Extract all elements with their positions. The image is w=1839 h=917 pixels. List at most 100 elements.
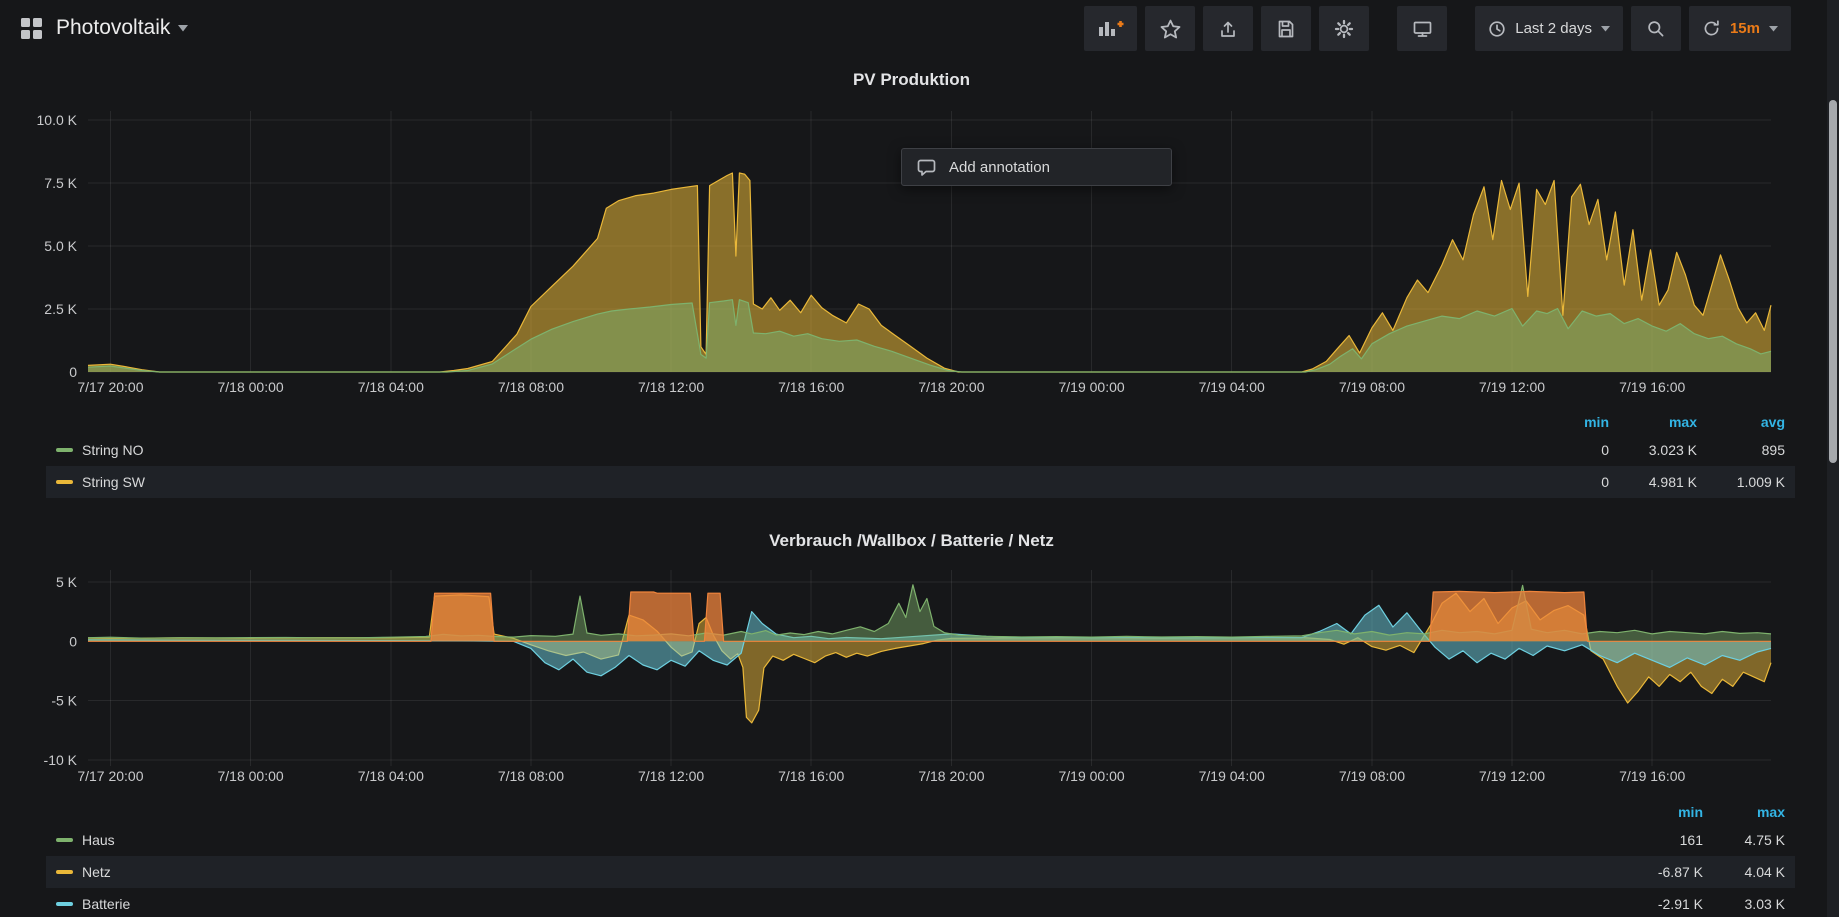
add-annotation-menu-item[interactable]: Add annotation bbox=[901, 148, 1172, 186]
refresh-interval-label: 15m bbox=[1730, 20, 1760, 37]
legend-col-min[interactable]: min bbox=[1621, 804, 1703, 820]
legend-row-netz: Netz -6.87 K 4.04 K bbox=[46, 856, 1795, 888]
y-axis-label: -10 K bbox=[44, 752, 78, 768]
legend-row-haus: Haus 161 4.75 K bbox=[46, 824, 1795, 856]
series-label[interactable]: Netz bbox=[82, 864, 111, 880]
series-min-value: -2.91 K bbox=[1621, 896, 1703, 912]
x-axis-label: 7/18 04:00 bbox=[358, 379, 424, 395]
navbar-actions: Last 2 days 15m bbox=[1084, 6, 1791, 51]
x-axis-label: 7/19 04:00 bbox=[1199, 768, 1265, 784]
y-axis-label: 0 bbox=[69, 364, 77, 380]
share-icon bbox=[1218, 19, 1238, 39]
comment-bubble-icon bbox=[917, 159, 936, 176]
series-label[interactable]: Haus bbox=[82, 832, 115, 848]
series-swatch bbox=[56, 448, 73, 452]
series-min-value: 161 bbox=[1621, 832, 1703, 848]
chevron-down-icon bbox=[178, 25, 188, 32]
save-button[interactable] bbox=[1261, 6, 1311, 51]
y-axis-label: -5 K bbox=[51, 693, 77, 709]
zoom-out-button[interactable] bbox=[1631, 6, 1681, 51]
y-axis-label: 5 K bbox=[56, 574, 78, 590]
pv-produktion-chart[interactable]: 0 2.5 K 5.0 K 7.5 K 10.0 K 7/17 20:00 7/18 00:… bbox=[0, 90, 1839, 405]
add-panel-button[interactable] bbox=[1084, 6, 1137, 51]
clock-icon bbox=[1488, 20, 1506, 38]
chevron-down-icon bbox=[1601, 26, 1610, 32]
x-axis-label: 7/19 12:00 bbox=[1479, 768, 1545, 784]
series-max-value: 3.03 K bbox=[1703, 896, 1785, 912]
legend-col-min[interactable]: min bbox=[1521, 414, 1609, 430]
x-axis-label: 7/17 20:00 bbox=[77, 379, 143, 395]
share-button[interactable] bbox=[1203, 6, 1253, 51]
scrollbar-track[interactable] bbox=[1827, 0, 1839, 917]
x-axis-label: 7/19 16:00 bbox=[1619, 768, 1685, 784]
x-axis-label: 7/19 00:00 bbox=[1059, 768, 1125, 784]
settings-button[interactable] bbox=[1319, 6, 1369, 51]
time-range-picker[interactable]: Last 2 days bbox=[1475, 6, 1623, 51]
x-axis-label: 7/19 00:00 bbox=[1059, 379, 1125, 395]
x-axis-label: 7/18 04:00 bbox=[358, 768, 424, 784]
navbar: Photovoltaik bbox=[0, 0, 1839, 56]
y-axis-label: 5.0 K bbox=[44, 238, 77, 254]
x-axis-label: 7/18 08:00 bbox=[498, 768, 564, 784]
add-annotation-label: Add annotation bbox=[949, 159, 1050, 176]
legend-col-max[interactable]: max bbox=[1609, 414, 1697, 430]
y-axis-label: 7.5 K bbox=[44, 175, 77, 191]
x-axis-label: 7/18 12:00 bbox=[638, 379, 704, 395]
legend-header: min max bbox=[46, 799, 1795, 824]
series-label[interactable]: Batterie bbox=[82, 896, 130, 912]
legend-col-avg[interactable]: avg bbox=[1697, 414, 1785, 430]
apps-grid-icon[interactable] bbox=[20, 17, 43, 40]
series-min-value: 0 bbox=[1521, 442, 1609, 458]
series-swatch bbox=[56, 480, 73, 484]
verbrauch-legend: min max Haus 161 4.75 K Netz -6.87 K 4.0… bbox=[46, 799, 1795, 917]
x-axis-label: 7/19 16:00 bbox=[1619, 379, 1685, 395]
x-axis-label: 7/19 12:00 bbox=[1479, 379, 1545, 395]
x-axis-label: 7/18 16:00 bbox=[778, 768, 844, 784]
refresh-picker[interactable]: 15m bbox=[1689, 6, 1791, 51]
chevron-down-icon bbox=[1769, 26, 1778, 32]
dashboard-title-text: Photovoltaik bbox=[56, 16, 170, 40]
series-min-value: 0 bbox=[1521, 474, 1609, 490]
series-avg-value: 895 bbox=[1697, 442, 1785, 458]
x-axis-label: 7/18 00:00 bbox=[218, 379, 284, 395]
x-axis-label: 7/19 08:00 bbox=[1339, 768, 1405, 784]
series-max-value: 3.023 K bbox=[1609, 442, 1697, 458]
scrollbar-thumb[interactable] bbox=[1829, 100, 1837, 463]
legend-row-string-sw: String SW 0 4.981 K 1.009 K bbox=[46, 466, 1795, 498]
x-axis-label: 7/18 16:00 bbox=[778, 379, 844, 395]
x-axis-label: 7/19 04:00 bbox=[1199, 379, 1265, 395]
y-axis-label: 2.5 K bbox=[44, 301, 77, 317]
panel-title-pv-produktion[interactable]: PV Produktion bbox=[0, 70, 1823, 90]
x-axis-label: 7/18 20:00 bbox=[918, 768, 984, 784]
tv-mode-button[interactable] bbox=[1397, 6, 1447, 51]
x-axis-label: 7/18 12:00 bbox=[638, 768, 704, 784]
verbrauch-chart[interactable]: 5 K0-5 K-10 K7/17 20:007/18 00:007/18 04… bbox=[0, 560, 1839, 795]
series-label[interactable]: String NO bbox=[82, 442, 143, 458]
legend-row-batterie: Batterie -2.91 K 3.03 K bbox=[46, 888, 1795, 917]
x-axis-label: 7/19 08:00 bbox=[1339, 379, 1405, 395]
series-label[interactable]: String SW bbox=[82, 474, 145, 490]
x-axis-label: 7/18 08:00 bbox=[498, 379, 564, 395]
series-swatch bbox=[56, 902, 73, 906]
y-axis-label: 0 bbox=[69, 633, 77, 649]
x-axis-label: 7/18 00:00 bbox=[218, 768, 284, 784]
magnifier-icon bbox=[1646, 19, 1666, 39]
y-axis-label: 10.0 K bbox=[37, 112, 78, 128]
gear-icon bbox=[1334, 19, 1354, 39]
panel-title-verbrauch[interactable]: Verbrauch /Wallbox / Batterie / Netz bbox=[0, 531, 1823, 551]
monitor-icon bbox=[1412, 19, 1433, 39]
dashboard-title[interactable]: Photovoltaik bbox=[56, 16, 188, 40]
series-max-value: 4.04 K bbox=[1703, 864, 1785, 880]
series-swatch bbox=[56, 838, 73, 842]
legend-row-string-no: String NO 0 3.023 K 895 bbox=[46, 434, 1795, 466]
series-avg-value: 1.009 K bbox=[1697, 474, 1785, 490]
star-button[interactable] bbox=[1145, 6, 1195, 51]
star-icon bbox=[1160, 19, 1181, 39]
save-icon bbox=[1276, 19, 1296, 39]
legend-col-max[interactable]: max bbox=[1703, 804, 1785, 820]
series-max-value: 4.75 K bbox=[1703, 832, 1785, 848]
refresh-icon bbox=[1702, 19, 1721, 38]
time-range-label: Last 2 days bbox=[1515, 20, 1592, 37]
pv-legend: min max avg String NO 0 3.023 K 895 Stri… bbox=[46, 409, 1795, 498]
legend-header: min max avg bbox=[46, 409, 1795, 434]
